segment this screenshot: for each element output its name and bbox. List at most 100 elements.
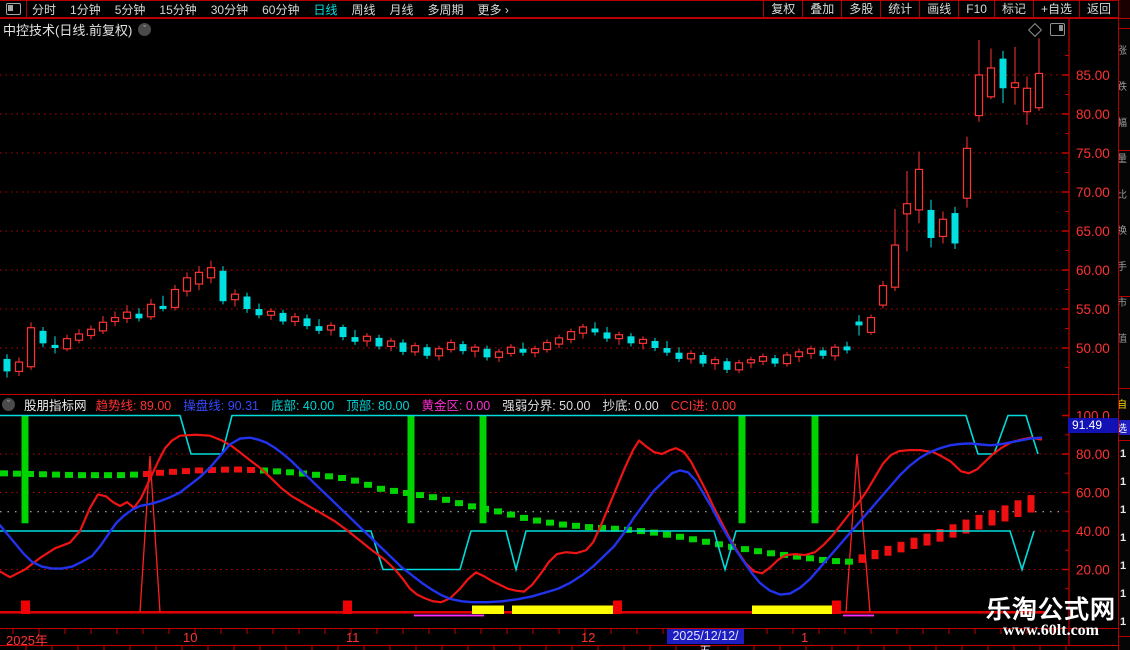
collapse-chevron-icon[interactable] — [2, 398, 15, 411]
price-axis-label: 75.00 — [1076, 146, 1110, 161]
candle-up — [62, 338, 72, 350]
tab-period-5[interactable]: 60分钟 — [262, 1, 299, 18]
chevron-down-icon[interactable] — [138, 23, 152, 36]
candle-up — [86, 328, 96, 337]
tab-period-4[interactable]: 30分钟 — [211, 1, 248, 18]
chart-canvas[interactable]: 85.00 80.00 75.00 70.00 65.00 60.00 55.00 50.00… — [0, 18, 1118, 650]
candle-down — [135, 313, 143, 319]
candle-up — [122, 311, 132, 319]
toolbar-button-4[interactable]: 画线 — [919, 1, 958, 17]
candle-up — [326, 324, 336, 331]
date-label-3: 12 — [581, 630, 596, 645]
golden-dash-green — [338, 474, 346, 481]
golden-dash-green — [26, 470, 34, 477]
toolbar-button-0[interactable]: 复权 — [763, 1, 802, 17]
golden-dash-green — [754, 548, 762, 555]
tab-period-2[interactable]: 5分钟 — [115, 1, 146, 18]
golden-dash-green — [676, 533, 684, 540]
magenta-baseline-segment — [414, 614, 484, 617]
golden-dash-red — [1027, 495, 1035, 513]
tab-period-7[interactable]: 周线 — [351, 1, 375, 18]
candle-up — [26, 327, 36, 368]
tab-period-10[interactable]: 更多 › — [478, 1, 509, 18]
buy-signal-square — [343, 600, 352, 614]
sidebar-divider — [1119, 636, 1130, 637]
split-window-button[interactable] — [0, 1, 27, 17]
candle-up — [902, 203, 912, 215]
golden-dash-green — [806, 555, 814, 562]
candle-down — [39, 330, 47, 344]
indicator-header: 股朋指标网 趋势线: 89.00 操盘线: 90.31 底部: 40.00 顶部: 8… — [2, 396, 736, 413]
tab-period-0[interactable]: 分时 — [32, 1, 56, 18]
sidebar-glyph-5: 换 — [1118, 226, 1127, 237]
tab-period-9[interactable]: 多周期 — [428, 1, 464, 18]
green-signal-bar — [738, 415, 746, 524]
indicator-axis-label: 80.00 — [1076, 447, 1110, 462]
tab-period-3[interactable]: 15分钟 — [159, 1, 196, 18]
price-axis-label: 80.00 — [1076, 107, 1110, 122]
candle-up — [566, 331, 576, 341]
candle-down — [243, 296, 251, 309]
toolbar-button-5[interactable]: F10 — [958, 1, 994, 17]
candle-up — [974, 74, 984, 117]
candle-up — [494, 351, 504, 358]
golden-dash-red — [923, 533, 931, 546]
window-layout-icon[interactable] — [1050, 23, 1065, 36]
candle-up — [74, 333, 84, 341]
toolbar-button-8[interactable]: 返回 — [1078, 1, 1118, 17]
candle-up — [542, 341, 552, 351]
candle-down — [483, 348, 491, 358]
indicator-field-7: CCI进: 0.00 — [670, 399, 737, 413]
candle-up — [110, 316, 120, 323]
candle-down — [51, 344, 59, 348]
golden-zone-bar — [512, 605, 616, 614]
candle-up — [794, 351, 804, 358]
golden-dash-red — [897, 541, 905, 553]
chart-title-row[interactable]: 中控技术(日线.前复权) — [3, 20, 152, 39]
toolbar-button-7[interactable]: +自选 — [1032, 1, 1079, 17]
toolbar-button-6[interactable]: 标记 — [993, 1, 1033, 17]
toolbar-button-1[interactable]: 叠加 — [802, 1, 841, 17]
indicator-name: 股朋指标网 — [24, 399, 87, 413]
diamond-icon[interactable] — [1027, 22, 1043, 37]
sidebar-number-4: 1 — [1120, 560, 1127, 572]
price-axis-label: 85.00 — [1076, 68, 1110, 83]
indicator-field-4: 黄金区: 0.00 — [421, 399, 491, 413]
golden-dash-green — [364, 481, 372, 488]
top-toolbar: 分时 1分钟 5分钟 15分钟 30分钟 60分钟 日线 周线 月线 多周期 更多 › 复权 叠加 多股… — [0, 0, 1118, 18]
candle-up — [710, 359, 720, 365]
candle-up — [758, 355, 768, 362]
right-sidebar-strip[interactable]: 涨跌幅量比换手市值自选1111111 — [1118, 0, 1130, 650]
buy-signal-square — [613, 600, 622, 614]
golden-dash-red — [156, 469, 164, 476]
tab-period-8[interactable]: 月线 — [390, 1, 414, 18]
candle-up — [182, 277, 192, 292]
tab-period-1[interactable]: 1分钟 — [70, 1, 101, 18]
candle-up — [1022, 87, 1032, 113]
golden-dash-green — [273, 468, 281, 475]
tab-period-6[interactable]: 日线 — [313, 1, 337, 18]
golden-dash-green — [377, 485, 385, 492]
candle-down — [723, 361, 731, 370]
date-label-4: 1 — [801, 630, 809, 645]
golden-dash-green — [416, 492, 424, 499]
candle-up — [806, 348, 816, 355]
candle-down — [459, 344, 467, 352]
golden-dash-red — [1001, 505, 1009, 522]
golden-dash-green — [65, 471, 73, 478]
candle-up — [362, 335, 372, 342]
toolbar-button-3[interactable]: 统计 — [880, 1, 919, 17]
candle-up — [446, 341, 456, 351]
sidebar-glyph-1: 跌 — [1118, 82, 1127, 93]
toolbar-button-2[interactable]: 多股 — [841, 1, 880, 17]
sidebar-glyph-8: 值 — [1118, 334, 1127, 345]
stock-title: 中控技术(日线.前复权) — [3, 23, 133, 38]
selected-date-badge: 2025/12/12/五 — [667, 629, 744, 650]
golden-dash-green — [78, 472, 86, 479]
plot-corner-icons — [1027, 22, 1065, 37]
sidebar-number-3: 1 — [1120, 532, 1127, 544]
indicator-field-6: 抄底: 0.00 — [602, 399, 659, 413]
candle-up — [866, 316, 876, 333]
sidebar-divider — [1119, 150, 1130, 151]
price-axis-label: 65.00 — [1076, 224, 1110, 239]
